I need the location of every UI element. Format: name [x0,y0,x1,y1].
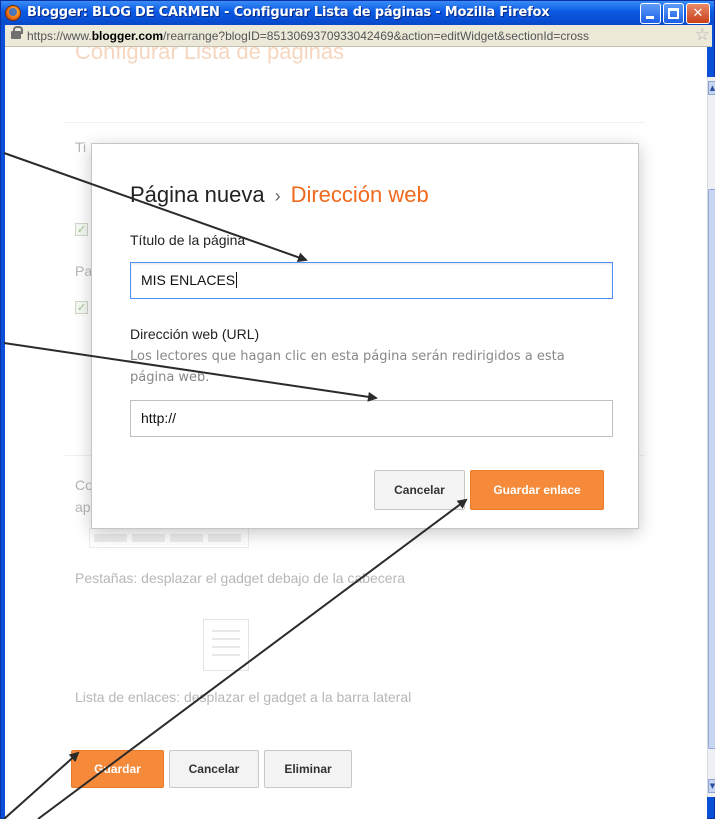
cancel-button[interactable]: Cancelar [169,750,259,788]
url-prefix: https://www. [27,29,92,43]
firefox-logo-icon [5,5,21,21]
maximize-icon [668,8,679,19]
window-titlebar[interactable]: Blogger: BLOG DE CARMEN - Configurar Lis… [1,1,714,25]
new-page-dialog: Página nueva › Dirección web Título de la … [91,143,639,529]
page-title-value: MIS ENLACES [141,272,236,288]
url-input[interactable]: http:// [130,400,613,437]
tabs-preview-image [89,528,249,548]
dialog-cancel-button[interactable]: Cancelar [374,470,465,510]
list-line [212,654,240,656]
scroll-down-icon[interactable]: ▼ [708,779,715,793]
bookmark-star-icon[interactable]: ☆ [695,26,710,44]
close-button[interactable]: ✕ [686,3,710,24]
breadcrumb-current: Dirección web [290,182,429,207]
text-caret [236,272,238,288]
url-input-value: http:// [141,410,177,426]
list-line [212,630,240,632]
minimize-button[interactable] [640,3,661,24]
save-link-button[interactable]: Guardar enlace [470,470,604,510]
background-info-text: ap [75,499,91,515]
maximize-button[interactable] [663,3,684,24]
save-button[interactable]: Guardar [71,750,164,788]
background-checkbox[interactable]: ✓ [75,223,88,236]
lock-icon [11,26,23,39]
background-pages-label: Pa [75,263,93,279]
window-title: Blogger: BLOG DE CARMEN - Configurar Lis… [27,5,550,20]
dialog-breadcrumb: Página nueva › Dirección web [130,182,429,208]
page-title-label: Título de la página [130,232,246,248]
delete-button[interactable]: Eliminar [264,750,352,788]
background-divider [65,122,645,123]
url-hint: Los lectores que hagan clic en esta pági… [130,349,565,385]
tab-preview-bar [208,534,241,542]
list-line [212,646,240,648]
background-checkbox[interactable]: ✓ [75,301,88,314]
background-heading: Configurar Lista de páginas [75,47,345,64]
scroll-up-icon[interactable]: ▲ [708,81,715,95]
address-bar[interactable]: https://www.blogger.com/rearrange?blogID… [5,25,712,47]
tab-preview-bar [132,534,165,542]
page-title-input[interactable]: MIS ENLACES [130,262,613,299]
minimize-icon [646,16,654,19]
url-domain: blogger.com [91,29,164,43]
browser-window: Blogger: BLOG DE CARMEN - Configurar Lis… [0,0,715,820]
breadcrumb-parent[interactable]: Página nueva [130,182,265,207]
page-viewport: Configurar Lista de páginas Ti ✓ Pa ✓ Co… [5,47,707,820]
list-caption[interactable]: Lista de enlaces: desplazar el gadget a … [75,689,411,705]
vertical-scrollbar[interactable]: ▲ ▼ [707,77,715,797]
tab-preview-bar [94,534,127,542]
list-preview-icon [203,619,249,671]
url-path: /rearrange?blogID=8513069370933042469&ac… [163,29,590,43]
scrollbar-thumb[interactable] [708,189,715,749]
tabs-caption[interactable]: Pestañas: desplazar el gadget debajo de … [75,570,405,586]
list-line [212,638,240,640]
url-text[interactable]: https://www.blogger.com/rearrange?blogID… [27,29,689,43]
tab-preview-bar [170,534,203,542]
breadcrumb-separator-icon: › [274,186,281,206]
background-title-label: Ti [75,139,87,155]
url-label: Dirección web (URL) [130,326,260,342]
close-icon: ✕ [692,6,704,21]
